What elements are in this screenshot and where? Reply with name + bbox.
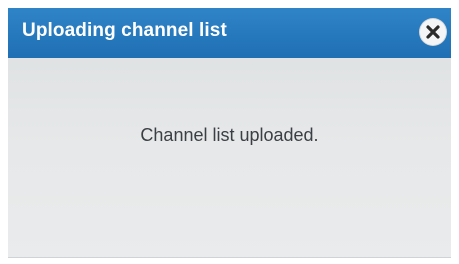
dialog-titlebar: Uploading channel list — [8, 8, 451, 58]
close-button[interactable] — [419, 18, 447, 46]
upload-dialog: Uploading channel list Channel list uplo… — [8, 8, 451, 258]
status-message: Channel list uploaded. — [140, 125, 319, 145]
close-icon — [426, 25, 440, 39]
dialog-title: Uploading channel list — [22, 20, 227, 41]
